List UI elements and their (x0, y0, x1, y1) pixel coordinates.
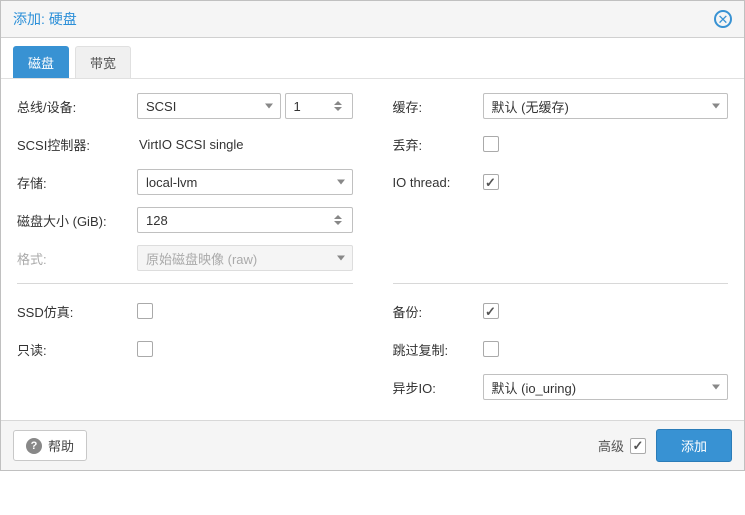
dialog-body: 总线/设备: SCSI 1 SCSI控制器: VirtIO S (1, 79, 744, 420)
bus-select[interactable]: SCSI (137, 93, 281, 119)
async-io-select-value: 默认 (io_uring) (492, 378, 577, 397)
tabs: 磁盘 带宽 (1, 38, 744, 79)
cache-label: 缓存: (393, 97, 483, 116)
device-number-value: 1 (294, 99, 301, 114)
storage-label: 存储: (17, 173, 137, 192)
ssd-emulation-label: SSD仿真: (17, 302, 137, 321)
close-icon[interactable]: ✕ (714, 10, 732, 28)
help-button[interactable]: ? 帮助 (13, 430, 87, 461)
discard-checkbox[interactable] (483, 136, 499, 152)
iothread-checkbox[interactable] (483, 174, 499, 190)
cache-select-value: 默认 (无缓存) (492, 97, 569, 116)
format-select: 原始磁盘映像 (raw) (137, 245, 353, 271)
disk-size-label: 磁盘大小 (GiB): (17, 211, 137, 230)
footer: ? 帮助 高级 添加 (1, 420, 744, 470)
right-column: 缓存: 默认 (无缓存) 丢弃: IO thread: (393, 93, 729, 412)
disk-size-spinner[interactable]: 128 (137, 207, 353, 233)
readonly-label: 只读: (17, 340, 137, 359)
add-button[interactable]: 添加 (656, 429, 732, 462)
help-icon: ? (26, 438, 42, 454)
ssd-emulation-checkbox[interactable] (137, 303, 153, 319)
storage-select[interactable]: local-lvm (137, 169, 353, 195)
advanced-checkbox[interactable] (630, 438, 646, 454)
spinner-arrows-icon[interactable] (334, 94, 348, 118)
tab-bandwidth[interactable]: 带宽 (75, 46, 131, 78)
advanced-label: 高级 (598, 436, 624, 455)
async-io-select[interactable]: 默认 (io_uring) (483, 374, 729, 400)
separator (393, 283, 729, 284)
device-number-spinner[interactable]: 1 (285, 93, 353, 119)
format-select-value: 原始磁盘映像 (raw) (146, 249, 257, 268)
help-button-label: 帮助 (48, 436, 74, 455)
disk-size-value: 128 (146, 213, 168, 228)
titlebar: 添加: 硬盘 ✕ (1, 1, 744, 38)
bus-select-value: SCSI (146, 99, 176, 114)
scsi-controller-label: SCSI控制器: (17, 135, 137, 154)
format-label: 格式: (17, 249, 137, 268)
add-hard-disk-dialog: 添加: 硬盘 ✕ 磁盘 带宽 总线/设备: SCSI 1 (0, 0, 745, 471)
spinner-arrows-icon[interactable] (334, 208, 348, 232)
advanced-toggle[interactable]: 高级 (598, 436, 646, 455)
skip-replication-checkbox[interactable] (483, 341, 499, 357)
iothread-label: IO thread: (393, 175, 483, 190)
scsi-controller-value: VirtIO SCSI single (137, 137, 244, 152)
readonly-checkbox[interactable] (137, 341, 153, 357)
storage-select-value: local-lvm (146, 175, 197, 190)
discard-label: 丢弃: (393, 135, 483, 154)
tab-disk[interactable]: 磁盘 (13, 46, 69, 78)
bus-device-label: 总线/设备: (17, 97, 137, 116)
cache-select[interactable]: 默认 (无缓存) (483, 93, 729, 119)
separator (17, 283, 353, 284)
left-column: 总线/设备: SCSI 1 SCSI控制器: VirtIO S (17, 93, 353, 412)
async-io-label: 异步IO: (393, 378, 483, 397)
skip-replication-label: 跳过复制: (393, 340, 483, 359)
dialog-title: 添加: 硬盘 (13, 9, 77, 29)
backup-checkbox[interactable] (483, 303, 499, 319)
backup-label: 备份: (393, 302, 483, 321)
